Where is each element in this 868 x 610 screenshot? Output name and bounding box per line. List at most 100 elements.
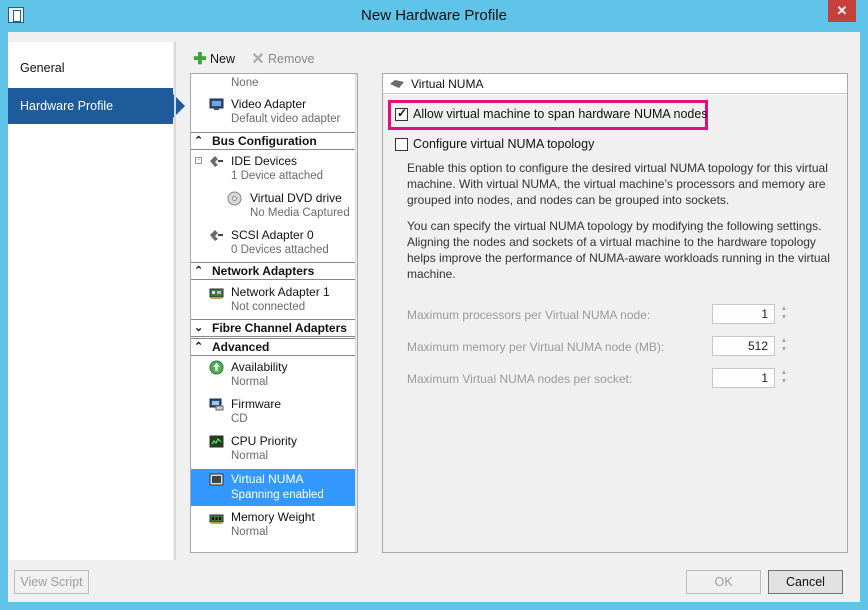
tree-item-sub: No Media Captured bbox=[250, 207, 350, 219]
spinner-icon[interactable]: ▲ ▼ bbox=[779, 368, 789, 388]
chevron-up-icon: ⌃ bbox=[194, 135, 204, 147]
setting-label: Maximum processors per Virtual NUMA node… bbox=[407, 308, 651, 322]
dialog-footer: View Script OK Cancel bbox=[8, 567, 860, 602]
x-icon: ✕ bbox=[251, 51, 265, 68]
plus-icon: ✚ bbox=[193, 51, 207, 68]
tree-item-label: Firmware bbox=[231, 397, 281, 411]
scroll-down-arrow-icon[interactable]: ▼ bbox=[356, 536, 357, 552]
tree-item-label: Availability bbox=[231, 360, 288, 374]
ide-controller-icon bbox=[210, 156, 223, 167]
tree-item-label: CPU Priority bbox=[231, 434, 298, 448]
max-processors-input[interactable]: 1 bbox=[712, 304, 775, 324]
configure-topology-checkbox[interactable] bbox=[395, 138, 408, 151]
section-label: Fibre Channel Adapters bbox=[212, 321, 347, 335]
tree-item-none[interactable]: None bbox=[191, 74, 357, 92]
tree-item-label: SCSI Adapter 0 bbox=[231, 228, 314, 242]
chevron-down-icon: ⌄ bbox=[194, 322, 204, 334]
pane-body: Allow virtual machine to span hardware N… bbox=[383, 95, 847, 552]
tree-item-sub: Spanning enabled bbox=[231, 489, 324, 501]
dvd-disc-icon bbox=[227, 191, 242, 206]
setting-label: Maximum memory per Virtual NUMA node (MB… bbox=[407, 340, 665, 354]
toolbar: ✚ New ✕ Remove bbox=[184, 48, 384, 72]
max-memory-input[interactable]: 512 bbox=[712, 336, 775, 356]
tree-item-sub: CD bbox=[231, 413, 248, 425]
section-network-adapters[interactable]: ⌃ Network Adapters bbox=[191, 262, 357, 280]
title-bar[interactable]: New Hardware Profile ✕ bbox=[0, 0, 868, 32]
numa-header-icon bbox=[390, 80, 404, 88]
tree-item-sub: None bbox=[231, 77, 259, 89]
nav-item-hardware-profile[interactable]: Hardware Profile bbox=[8, 88, 185, 124]
tree-item-scsi-adapter[interactable]: SCSI Adapter 0 0 Devices attached bbox=[191, 226, 357, 260]
network-card-icon bbox=[209, 288, 224, 299]
remove-button[interactable]: ✕ Remove bbox=[250, 48, 315, 70]
tree-item-label: Video Adapter bbox=[231, 97, 307, 111]
tree-item-sub: Normal bbox=[231, 376, 269, 388]
main-panel: ✚ New ✕ Remove None Video Adapter Default … bbox=[184, 42, 852, 564]
setting-max-memory: Maximum memory per Virtual NUMA node (MB… bbox=[407, 336, 847, 358]
collapse-toggle-icon[interactable]: - bbox=[195, 157, 202, 164]
spinner-icon[interactable]: ▲ ▼ bbox=[779, 336, 789, 356]
ok-button[interactable]: OK bbox=[686, 570, 761, 594]
memory-stick-icon bbox=[209, 514, 224, 524]
chevron-up-icon: ⌃ bbox=[194, 341, 204, 353]
scsi-controller-icon bbox=[210, 230, 223, 241]
tree-item-sub: Normal bbox=[231, 526, 269, 538]
tree-item-label: Memory Weight bbox=[231, 510, 315, 524]
tree-item-virtual-numa[interactable]: Virtual NUMA Spanning enabled bbox=[191, 469, 357, 506]
tree-scrollbar[interactable]: ▲ ≡ ▼ bbox=[355, 74, 357, 552]
tree-item-memory-weight[interactable]: Memory Weight Normal bbox=[191, 508, 357, 542]
section-label: Network Adapters bbox=[212, 264, 315, 278]
firmware-chip-icon bbox=[209, 398, 224, 411]
cancel-button[interactable]: Cancel bbox=[768, 570, 843, 594]
tree-item-firmware[interactable]: Firmware CD bbox=[191, 395, 357, 429]
hardware-tree: None Video Adapter Default video adapter… bbox=[190, 73, 358, 553]
tree-item-sub: Not connected bbox=[231, 301, 306, 313]
description-1: Enable this option to configure the desi… bbox=[407, 161, 828, 207]
pane-header: Virtual NUMA bbox=[383, 74, 847, 94]
availability-arrow-icon bbox=[209, 360, 224, 375]
close-button[interactable]: ✕ bbox=[828, 0, 856, 22]
virtual-numa-icon bbox=[209, 473, 224, 486]
tree-item-availability[interactable]: Availability Normal bbox=[191, 358, 357, 392]
chevron-up-icon: ⌃ bbox=[194, 265, 204, 277]
allow-span-checkbox[interactable] bbox=[395, 106, 408, 121]
section-fibre-channel-adapters[interactable]: ⌄ Fibre Channel Adapters bbox=[191, 319, 357, 337]
section-label: Bus Configuration bbox=[212, 134, 317, 148]
setting-max-nodes-per-socket: Maximum Virtual NUMA nodes per socket: 1… bbox=[407, 368, 847, 390]
allow-span-label: Allow virtual machine to span hardware N… bbox=[413, 107, 708, 121]
tree-item-label: Virtual NUMA bbox=[231, 472, 304, 486]
scroll-up-arrow-icon[interactable]: ▲ bbox=[356, 74, 357, 90]
tree-item-cpu-priority[interactable]: CPU Priority Normal bbox=[191, 432, 357, 466]
nav-item-general[interactable]: General bbox=[8, 50, 173, 86]
max-nodes-per-socket-input[interactable]: 1 bbox=[712, 368, 775, 388]
spinner-icon[interactable]: ▲ ▼ bbox=[779, 304, 789, 324]
tree-item-virtual-dvd-drive[interactable]: Virtual DVD drive No Media Captured bbox=[191, 189, 357, 223]
left-nav: General Hardware Profile bbox=[8, 42, 185, 560]
new-label: New bbox=[210, 52, 236, 66]
configure-topology-label: Configure virtual NUMA topology bbox=[413, 137, 595, 151]
remove-label: Remove bbox=[268, 52, 315, 66]
view-script-button[interactable]: View Script bbox=[14, 570, 89, 594]
monitor-icon bbox=[209, 98, 224, 110]
tree-item-video-adapter[interactable]: Video Adapter Default video adapter bbox=[191, 95, 357, 129]
tree-scroll-area: None Video Adapter Default video adapter… bbox=[191, 74, 357, 552]
tree-item-network-adapter[interactable]: Network Adapter 1 Not connected bbox=[191, 283, 357, 317]
section-advanced[interactable]: ⌃ Advanced bbox=[191, 338, 357, 356]
nav-divider bbox=[174, 42, 176, 560]
tree-item-label: Network Adapter 1 bbox=[231, 285, 330, 299]
tree-item-sub: Normal bbox=[231, 450, 269, 462]
setting-label: Maximum Virtual NUMA nodes per socket: bbox=[407, 372, 633, 386]
setting-max-processors: Maximum processors per Virtual NUMA node… bbox=[407, 304, 847, 326]
tree-item-sub: 1 Device attached bbox=[231, 170, 324, 182]
section-bus-configuration[interactable]: ⌃ Bus Configuration bbox=[191, 132, 357, 150]
details-pane: Virtual NUMA Allow virtual machine to sp… bbox=[382, 73, 848, 553]
tree-item-sub: 0 Devices attached bbox=[231, 244, 329, 256]
window-title: New Hardware Profile bbox=[361, 7, 507, 24]
tree-item-sub: Default video adapter bbox=[231, 113, 341, 125]
new-button[interactable]: ✚ New bbox=[192, 48, 235, 70]
cpu-priority-icon bbox=[209, 435, 224, 448]
pane-title: Virtual NUMA bbox=[411, 77, 484, 91]
tree-item-ide-devices[interactable]: - IDE Devices 1 Device attached bbox=[191, 152, 357, 186]
dialog-client-area: General Hardware Profile ✚ New ✕ Remove No… bbox=[8, 32, 860, 602]
tree-item-label: Virtual DVD drive bbox=[250, 191, 342, 205]
